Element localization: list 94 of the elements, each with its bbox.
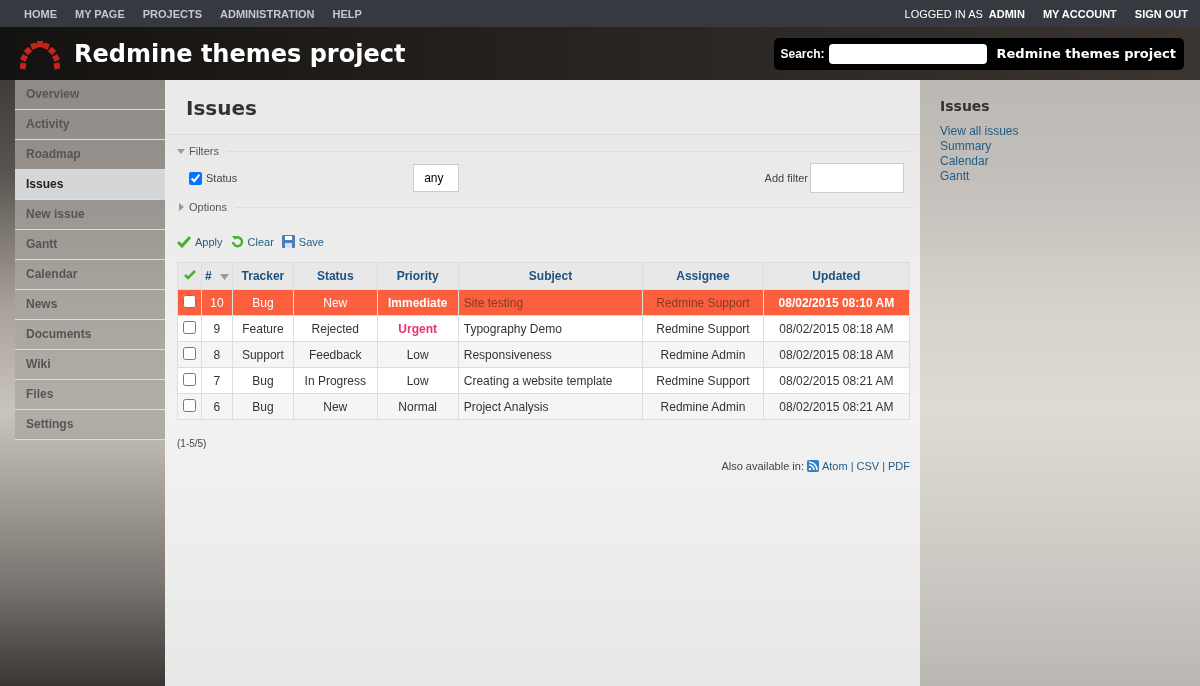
table-cell: 6: [201, 393, 233, 420]
table-cell: Low: [377, 367, 459, 394]
issue-row[interactable]: 6 Bug New Normal Project Analysis Redmine Admin 08/02/2015 08:21 AM: [177, 393, 910, 420]
status-select[interactable]: any: [413, 164, 460, 192]
table-cell: Support: [232, 341, 294, 368]
format-link[interactable]: PDF: [888, 460, 910, 472]
top-menu-link[interactable]: HELP: [332, 7, 362, 20]
refresh-icon: [230, 235, 244, 248]
rss-icon: [806, 460, 819, 472]
apply-link[interactable]: Apply: [195, 235, 223, 248]
issue-row[interactable]: 7 Bug In Progress Low Creating a website template Redmine Support 08/02/2015 08:21 AM: [177, 367, 910, 394]
project-title: Redmine themes project: [74, 39, 406, 68]
separator: |: [882, 460, 885, 472]
sidebar-title: Issues: [940, 98, 991, 114]
checkmark-icon: [177, 235, 191, 248]
table-cell: In Progress: [293, 367, 378, 394]
column-header[interactable]: Updated: [763, 262, 910, 290]
add-filter-label: Add filter: [764, 172, 808, 184]
triangle-down-icon: [177, 147, 185, 155]
table-cell: 08/02/2015 08:21 AM: [763, 367, 910, 394]
table-cell: Bug: [232, 367, 294, 394]
table-cell: Site testing: [458, 289, 643, 316]
sidebar-link[interactable]: View all issues: [940, 124, 1180, 139]
table-cell: Redmine Support: [642, 315, 764, 342]
checkmark-icon[interactable]: [183, 270, 196, 280]
row-checkbox[interactable]: [183, 346, 196, 360]
status-label: Status: [206, 172, 238, 184]
table-cell: Urgent: [377, 315, 459, 342]
clear-link[interactable]: Clear: [247, 235, 274, 248]
column-header[interactable]: Status: [293, 262, 378, 290]
account-link[interactable]: SIGN OUT: [1134, 7, 1188, 20]
table-cell: 7: [201, 367, 233, 394]
table-cell: Project Analysis: [458, 393, 643, 420]
table-cell: Low: [377, 341, 459, 368]
options-legend[interactable]: Options: [177, 201, 910, 213]
format-link[interactable]: CSV: [856, 460, 880, 472]
table-cell: Feedback: [293, 341, 378, 368]
table-cell: 08/02/2015 08:10 AM: [763, 289, 910, 316]
table-cell: Redmine Support: [642, 289, 764, 316]
sort-down-icon: [219, 274, 229, 280]
sidebar-link[interactable]: Calendar: [940, 154, 1180, 169]
row-checkbox[interactable]: [183, 372, 196, 386]
column-header[interactable]: #: [201, 262, 233, 290]
table-cell: Redmine Admin: [642, 341, 764, 368]
row-checkbox[interactable]: [183, 398, 196, 412]
table-cell: Feature: [232, 315, 294, 342]
logged-in-label: LOGGED IN AS: [904, 7, 983, 20]
column-header[interactable]: Priority: [377, 262, 459, 290]
separator: |: [850, 460, 854, 472]
table-cell: 08/02/2015 08:18 AM: [763, 341, 910, 368]
table-cell: Immediate: [377, 289, 459, 316]
table-cell: Normal: [377, 393, 459, 420]
user-link[interactable]: ADMIN: [988, 7, 1025, 20]
menu-item[interactable]: Issues: [15, 170, 165, 200]
table-cell: Redmine Admin: [642, 393, 764, 420]
table-cell: Bug: [232, 289, 294, 316]
search-field[interactable]: [828, 43, 987, 64]
sidebar-link[interactable]: Gantt: [940, 169, 1180, 184]
formats-label: Also available in:: [721, 460, 804, 472]
project-jump[interactable]: Redmine themes project: [996, 46, 1176, 61]
triangle-right-icon: [177, 203, 185, 211]
table-cell: Responsiveness: [458, 341, 643, 368]
save-link[interactable]: Save: [298, 235, 324, 248]
column-header[interactable]: Tracker: [232, 262, 294, 290]
search-label: Search:: [780, 46, 825, 61]
filters-legend[interactable]: Filters: [177, 145, 910, 157]
table-cell: Rejected: [293, 315, 378, 342]
page-title: Issues: [186, 96, 258, 120]
row-checkbox[interactable]: [183, 320, 196, 334]
table-cell: Typography Demo: [458, 315, 643, 342]
issue-row[interactable]: 8 Support Feedback Low Responsiveness Redmine Admin 08/02/2015 08:18 AM: [177, 341, 910, 368]
table-cell: Creating a website template: [458, 367, 643, 394]
column-header[interactable]: Assignee: [642, 262, 764, 290]
table-cell: 08/02/2015 08:21 AM: [763, 393, 910, 420]
status-checkbox[interactable]: [189, 171, 202, 185]
table-cell: Bug: [232, 393, 294, 420]
top-menu-link[interactable]: MY PAGE: [75, 7, 125, 20]
table-cell: New: [293, 289, 378, 316]
top-menu-link[interactable]: PROJECTS: [142, 7, 202, 20]
column-header[interactable]: Subject: [458, 262, 643, 290]
top-menu-link[interactable]: HOME: [24, 7, 57, 20]
table-cell: 9: [201, 315, 233, 342]
table-cell: 8: [201, 341, 233, 368]
issue-row[interactable]: 9 Feature Rejected Urgent Typography Demo Redmine Support 08/02/2015 08:18 AM: [177, 315, 910, 342]
table-cell: 08/02/2015 08:18 AM: [763, 315, 910, 342]
sidebar-link[interactable]: Summary: [940, 139, 1180, 154]
format-link[interactable]: Atom: [821, 460, 848, 472]
account-link[interactable]: MY ACCOUNT: [1042, 7, 1117, 20]
pagination-text: (1-5/5): [177, 438, 208, 449]
row-checkbox[interactable]: [183, 294, 196, 308]
table-cell: Redmine Support: [642, 367, 764, 394]
top-menu-link[interactable]: ADMINISTRATION: [220, 7, 315, 20]
table-cell: New: [293, 393, 378, 420]
table-cell: 10: [201, 289, 233, 316]
